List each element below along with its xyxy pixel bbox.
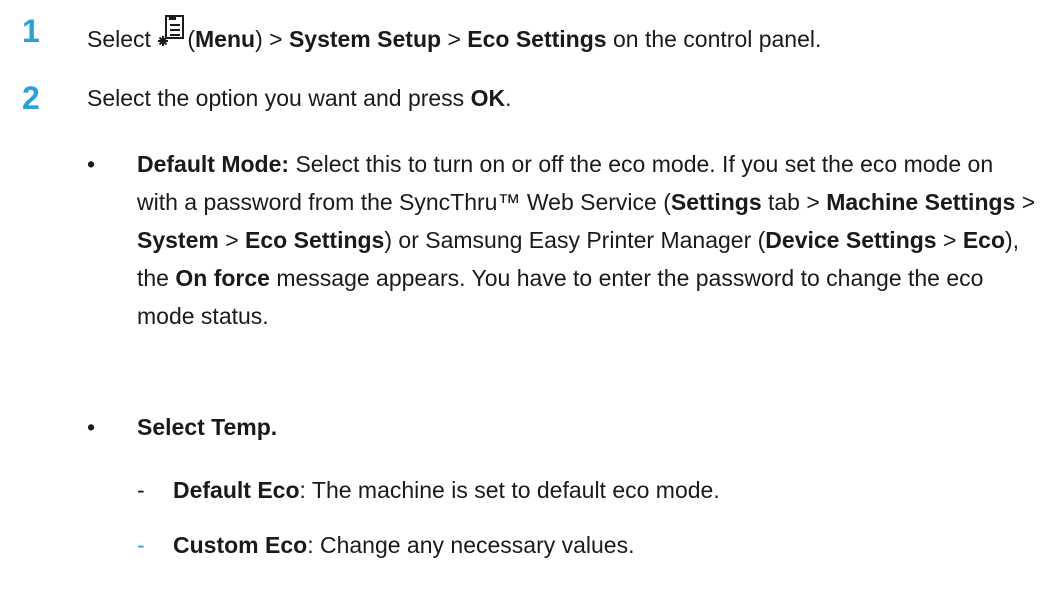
sub-item-desc: : Change any necessary values. bbox=[307, 532, 635, 558]
step-text-part: . bbox=[505, 85, 512, 111]
document-page: { "steps": [ { "number": "1", "parts": {… bbox=[0, 0, 1042, 593]
bullet-select-temp-text: Select Temp. bbox=[137, 408, 1037, 446]
bullet-title: Default Mode: bbox=[137, 151, 290, 177]
step-text-part: on the control panel. bbox=[612, 26, 822, 52]
bullet-marker: • bbox=[87, 151, 96, 177]
sub-item-dash: - bbox=[137, 477, 145, 503]
sub-item-text: Default Eco: The machine is set to defau… bbox=[173, 474, 720, 506]
sub-item-dash: - bbox=[137, 532, 145, 558]
ok-label: OK bbox=[470, 85, 506, 111]
step-1-text: Select (Menu) > System Setup > Eco Setti… bbox=[87, 15, 821, 57]
bullet-text: > bbox=[1021, 189, 1036, 215]
sub-item-text: Custom Eco: Change any necessary values. bbox=[173, 529, 635, 561]
step-2-text: Select the option you want and press OK. bbox=[87, 82, 511, 114]
bullet-text: tab > bbox=[768, 189, 820, 215]
eco-settings-label: Eco Settings bbox=[245, 227, 385, 253]
sub-item-desc: : The machine is set to default eco mode… bbox=[299, 477, 720, 503]
eco-label: Eco bbox=[962, 227, 1005, 253]
eco-settings-label: Eco Settings bbox=[467, 26, 607, 52]
settings-label: Settings bbox=[670, 189, 762, 215]
system-setup-label: System Setup bbox=[288, 26, 442, 52]
step-text-part: Select bbox=[87, 26, 151, 52]
bullet-text: > bbox=[225, 227, 239, 253]
step-number: 1 bbox=[22, 13, 40, 49]
system-label: System bbox=[137, 227, 219, 253]
bullet-marker: • bbox=[87, 414, 96, 440]
sub-item-title: Custom Eco bbox=[173, 532, 308, 558]
step-text-part: Select the option you want and press bbox=[87, 85, 465, 111]
bullet-text: > bbox=[942, 227, 957, 253]
menu-icon bbox=[157, 15, 185, 57]
step-text-part: ) > bbox=[255, 26, 283, 52]
on-force-label: On force bbox=[175, 265, 270, 291]
menu-label: Menu bbox=[195, 26, 256, 52]
bullet-text: ) or Samsung Easy Printer Manager ( bbox=[384, 227, 766, 253]
bullet-title: Select Temp. bbox=[137, 414, 278, 440]
step-text-part: > bbox=[447, 26, 461, 52]
bullet-default-mode-text: Default Mode: Select this to turn on or … bbox=[137, 145, 1037, 335]
sub-item-title: Default Eco bbox=[173, 477, 300, 503]
machine-settings-label: Machine Settings bbox=[826, 189, 1016, 215]
step-number: 2 bbox=[22, 80, 40, 116]
device-settings-label: Device Settings bbox=[765, 227, 937, 253]
